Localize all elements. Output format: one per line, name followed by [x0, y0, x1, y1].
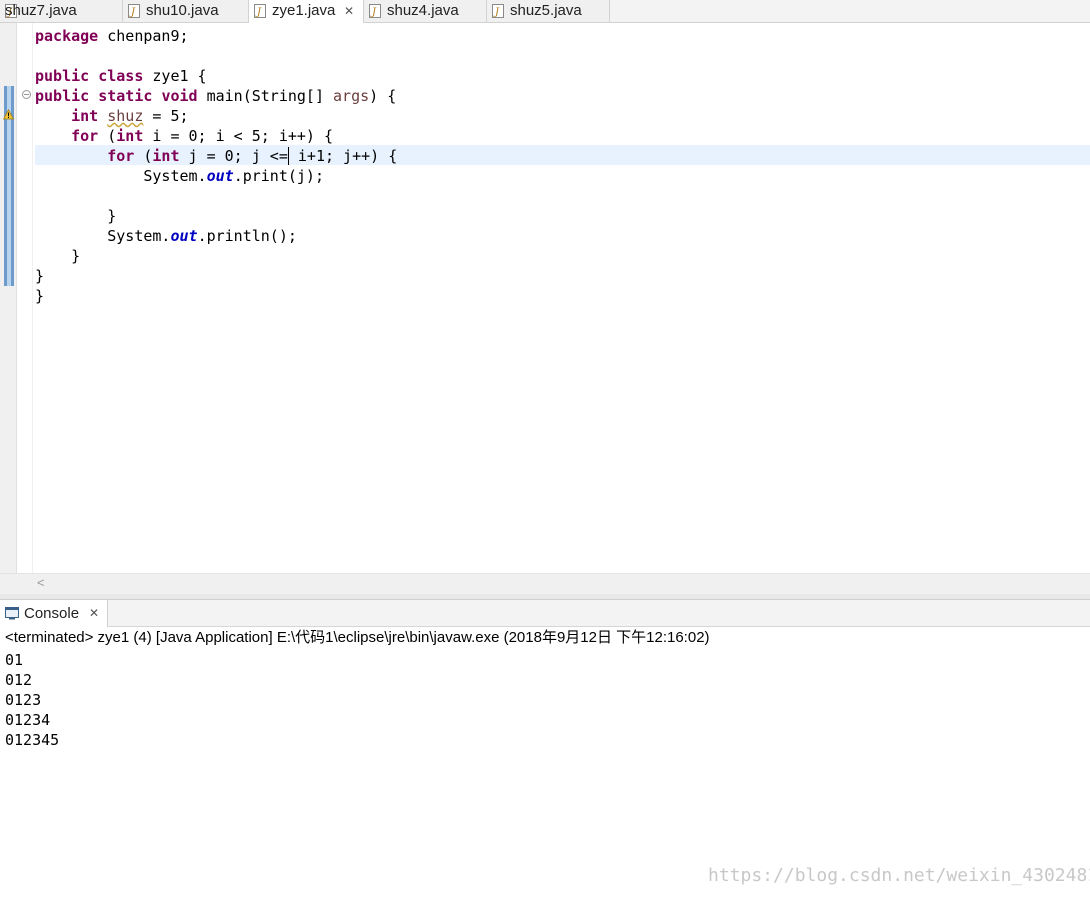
- tab-shuz5-java[interactable]: J shuz5.java: [487, 0, 610, 22]
- code-line: }: [35, 286, 397, 306]
- code-token: j = 0; j <=: [179, 147, 288, 165]
- code-text[interactable]: package chenpan9; public class zye1 { pu…: [35, 26, 397, 306]
- code-line: public static void main(String[] args) {: [35, 86, 397, 106]
- code-line: System.out.print(j);: [35, 166, 397, 186]
- static-field: out: [170, 227, 198, 245]
- tab-label: shuz7.java: [5, 2, 77, 19]
- output-line: 01234: [5, 711, 51, 729]
- code-token: }: [35, 267, 45, 285]
- code-line: }: [35, 266, 397, 286]
- svg-text:J: J: [129, 7, 136, 18]
- keyword: static: [98, 87, 153, 105]
- tab-console[interactable]: Console ✕: [0, 600, 108, 627]
- code-line: }: [35, 206, 397, 226]
- scroll-left-icon[interactable]: <: [37, 574, 45, 592]
- code-token: main(String[]: [197, 87, 334, 105]
- code-line: }: [35, 246, 397, 266]
- code-editor[interactable]: − package chenpan9; public class zye1 { …: [0, 23, 1090, 573]
- code-token: }: [35, 287, 45, 305]
- code-token: = 5;: [143, 107, 189, 125]
- svg-text:J: J: [493, 7, 500, 18]
- editor-tab-bar: J shuz7.java J shu10.java J zye1.java ✕ …: [0, 0, 1090, 23]
- keyword: public: [35, 67, 90, 85]
- keyword: int: [116, 127, 144, 145]
- code-token: System.: [107, 227, 171, 245]
- java-file-icon: J: [492, 4, 504, 18]
- collapse-icon[interactable]: −: [22, 90, 31, 99]
- close-icon[interactable]: ✕: [89, 600, 99, 627]
- console-view: Console ✕ <terminated> zye1 (4) [Java Ap…: [0, 599, 1090, 897]
- process-status: <terminated> zye1 (4) [Java Application]…: [5, 629, 710, 646]
- code-token: i+1; j++) {: [288, 147, 398, 165]
- watermark: https://blog.csdn.net/weixin_43024812: [708, 865, 1090, 886]
- output-line: 012: [5, 671, 33, 689]
- java-file-icon: J: [369, 4, 381, 18]
- console-icon: [5, 607, 19, 620]
- code-line: package chenpan9;: [35, 26, 397, 46]
- keyword: int: [71, 107, 99, 125]
- code-token: i = 0; i < 5; i++) {: [143, 127, 334, 145]
- keyword: int: [152, 147, 180, 165]
- tab-shuz4-java[interactable]: J shuz4.java: [364, 0, 487, 22]
- console-output[interactable]: 01 012 0123 01234 012345: [5, 650, 59, 750]
- output-line: 0123: [5, 691, 42, 709]
- keyword: for: [107, 147, 135, 165]
- tab-shuz7-java[interactable]: J shuz7.java: [0, 0, 123, 22]
- java-file-icon: J: [254, 4, 266, 18]
- code-line: int shuz = 5;: [35, 106, 397, 126]
- console-tab-bar: Console ✕: [0, 600, 1090, 627]
- gutter-divider: [32, 23, 33, 573]
- tab-shu10-java[interactable]: J shu10.java: [123, 0, 249, 22]
- keyword: package: [35, 27, 99, 45]
- code-token: zye1 {: [143, 67, 207, 85]
- output-line: 01: [5, 651, 24, 669]
- code-line: System.out.println();: [35, 226, 397, 246]
- console-tab-label: Console: [24, 605, 80, 622]
- tab-label: shuz5.java: [510, 2, 582, 19]
- tab-zye1-java[interactable]: J zye1.java ✕: [249, 0, 364, 23]
- tab-label: shu10.java: [146, 2, 219, 19]
- output-line: 012345: [5, 731, 60, 749]
- code-token: System.: [143, 167, 207, 185]
- tab-label: zye1.java: [272, 2, 336, 19]
- keyword: class: [98, 67, 144, 85]
- code-token: .println();: [197, 227, 297, 245]
- warning-icon[interactable]: [3, 109, 14, 120]
- code-token: }: [71, 247, 81, 265]
- code-token: ) {: [369, 87, 397, 105]
- java-file-icon: J: [128, 4, 140, 18]
- keyword: void: [161, 87, 198, 105]
- code-line: public class zye1 {: [35, 66, 397, 86]
- svg-text:J: J: [255, 7, 262, 18]
- tab-label: shuz4.java: [387, 2, 459, 19]
- keyword: public: [35, 87, 90, 105]
- code-token: .print(j);: [233, 167, 324, 185]
- close-icon[interactable]: ✕: [344, 0, 354, 22]
- parameter: args: [333, 87, 370, 105]
- horizontal-scrollbar[interactable]: <: [0, 573, 1090, 594]
- code-token: chenpan9;: [98, 27, 189, 45]
- svg-text:J: J: [370, 7, 377, 18]
- code-line-current: for (int j = 0; j <= i+1; j++) {: [107, 147, 398, 165]
- code-line: for (int i = 0; i < 5; i++) {: [71, 127, 334, 145]
- code-token: }: [107, 207, 117, 225]
- keyword: for: [71, 127, 99, 145]
- static-field: out: [206, 167, 234, 185]
- unused-variable-warning: shuz: [107, 107, 144, 125]
